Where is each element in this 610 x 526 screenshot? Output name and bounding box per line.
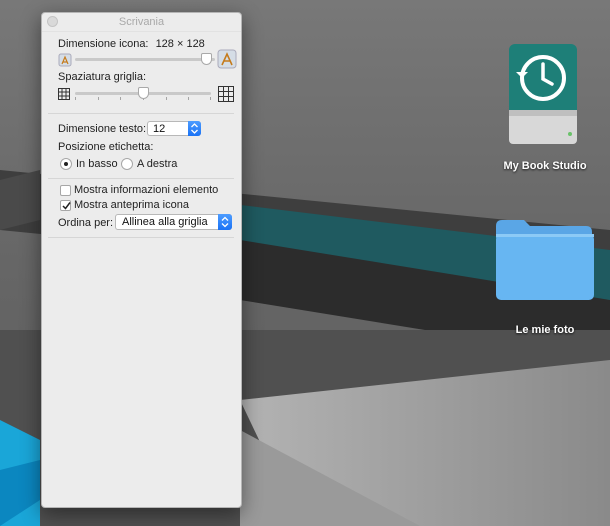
icon-size-value: 128 × 128 [155, 38, 205, 50]
sort-by-arrows[interactable] [218, 214, 232, 230]
desktop-item-my-book-studio[interactable]: My Book Studio [490, 40, 600, 180]
slider-tick [166, 97, 167, 100]
window-title: Scrivania [118, 16, 165, 28]
grid-spacing-label: Spaziatura griglia: [58, 71, 147, 83]
icon-size-label: Dimensione icona: 128 × 128 [58, 38, 205, 50]
icon-size-slider-thumb[interactable] [201, 53, 212, 65]
desktop-item-label: My Book Studio [503, 160, 587, 172]
separator [48, 113, 234, 114]
slider-tick [75, 97, 76, 100]
desktop-item-label: Le mie foto [515, 324, 575, 336]
text-size-select[interactable]: 12 [147, 121, 201, 136]
external-drive-time-machine-icon [509, 44, 577, 144]
up-down-arrows-icon [221, 216, 229, 228]
separator [48, 178, 234, 179]
slider-tick [188, 97, 189, 100]
radio-a-destra-label[interactable]: A destra [137, 158, 177, 170]
panel-titlebar[interactable]: Scrivania [42, 13, 241, 32]
small-icon-size-icon [58, 53, 72, 67]
show-item-info-checkbox[interactable] [60, 185, 71, 196]
show-icon-preview-label[interactable]: Mostra anteprima icona [74, 199, 189, 211]
large-icon-size-icon [217, 49, 237, 69]
separator [48, 237, 234, 238]
show-icon-preview-checkbox[interactable] [60, 200, 71, 211]
grid-large-icon [218, 86, 234, 102]
grid-small-icon [58, 88, 70, 100]
slider-tick [120, 97, 121, 100]
sort-by-label: Ordina per: [58, 217, 114, 229]
radio-dot [64, 162, 68, 166]
radio-a-destra[interactable] [121, 158, 133, 170]
slider-tick [98, 97, 99, 100]
folder-icon [496, 220, 594, 300]
sort-by-value: Allinea alla griglia [122, 216, 208, 228]
up-down-arrows-icon [191, 123, 198, 134]
checkmark-icon [62, 202, 71, 210]
sort-by-select[interactable]: Allinea alla griglia [115, 214, 232, 230]
text-size-arrows[interactable] [188, 121, 201, 136]
icon-size-label-text: Dimensione icona: [58, 38, 149, 50]
grid-spacing-slider-thumb[interactable] [138, 87, 149, 99]
text-size-value: 12 [153, 123, 166, 135]
radio-in-basso[interactable] [60, 158, 72, 170]
label-position-label: Posizione etichetta: [58, 141, 154, 153]
icon-size-slider-track[interactable] [75, 58, 215, 61]
radio-in-basso-label[interactable]: In basso [76, 158, 118, 170]
close-button[interactable] [47, 16, 58, 27]
desktop-view-options-panel: Scrivania Dimensione icona: 128 × 128 Sp… [41, 12, 242, 508]
desktop-item-le-mie-foto[interactable]: Le mie foto [490, 210, 600, 340]
slider-tick [210, 97, 211, 100]
show-item-info-label[interactable]: Mostra informazioni elemento [74, 184, 218, 196]
text-size-label: Dimensione testo: [58, 123, 147, 135]
